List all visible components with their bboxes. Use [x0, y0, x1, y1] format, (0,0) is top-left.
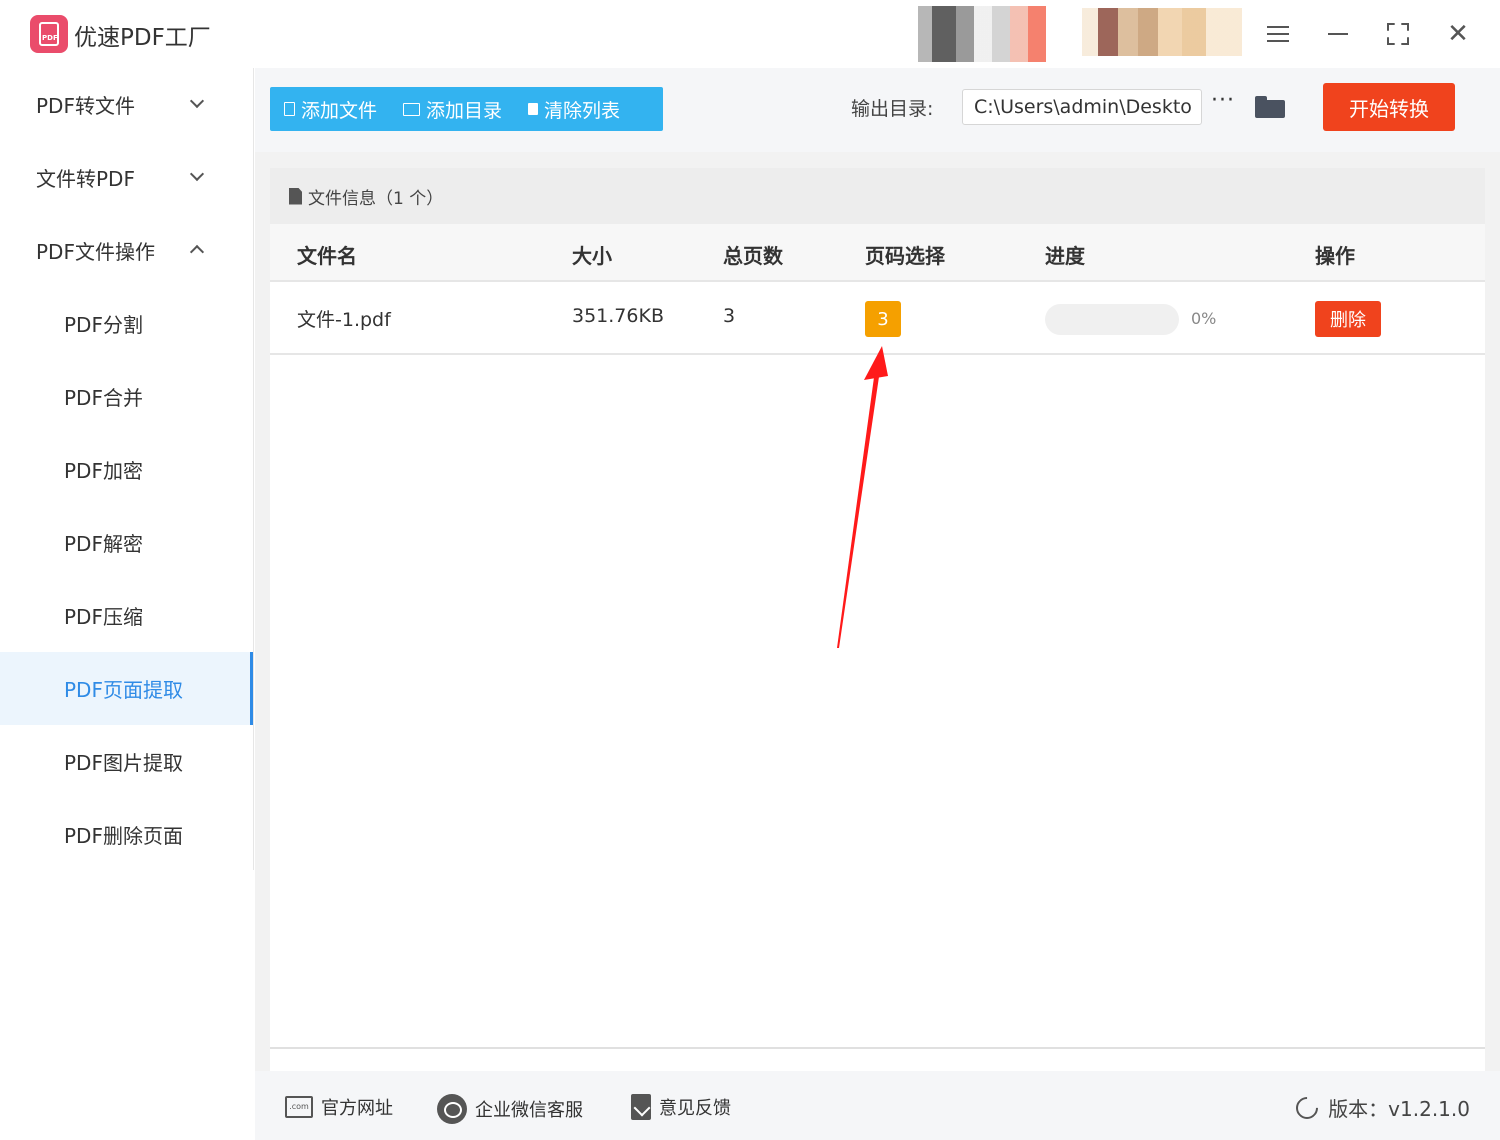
folder-icon	[403, 102, 421, 116]
minimize-icon[interactable]	[1318, 14, 1358, 54]
close-icon[interactable]: ✕	[1438, 14, 1478, 54]
version-label: 版本：v1.2.1.0	[1328, 1097, 1470, 1121]
sidebar-item-decrypt[interactable]: PDF解密	[0, 506, 253, 579]
column-header-size: 大小	[572, 244, 612, 268]
sidebar-group-label: 文件转PDF	[36, 167, 135, 191]
sidebar-item-label: PDF合并	[64, 386, 143, 410]
add-directory-button[interactable]: 添加目录	[389, 87, 514, 131]
sidebar-item-split[interactable]: PDF分割	[0, 287, 253, 360]
delete-button[interactable]: 删除	[1315, 301, 1381, 337]
add-file-button[interactable]: 添加文件	[270, 87, 389, 131]
progress-text: 0%	[1191, 309, 1217, 328]
sidebar-item-image-extract[interactable]: PDF图片提取	[0, 725, 253, 798]
clear-list-button[interactable]: 清除列表	[514, 87, 632, 131]
open-folder-icon[interactable]	[1255, 96, 1285, 118]
sidebar-item-page-extract[interactable]: PDF页面提取	[0, 652, 253, 725]
total-pages: 3	[723, 305, 736, 327]
footer-bar: .com 官方网址 企业微信客服 意见反馈 版本：v1.2.1.0	[255, 1071, 1500, 1140]
menu-icon[interactable]	[1258, 14, 1298, 54]
wechat-support-label: 企业微信客服	[475, 1100, 583, 1121]
feedback-link[interactable]: 意见反馈	[631, 1094, 731, 1120]
sidebar-group-pdf-operations[interactable]: PDF文件操作	[0, 214, 253, 287]
sidebar-group-pdf-to-file[interactable]: PDF转文件	[0, 68, 253, 141]
file-name: 文件-1.pdf	[297, 309, 391, 331]
file-info-title: 文件信息（1 个）	[308, 188, 444, 209]
file-info-header: 文件信息（1 个）	[270, 168, 1485, 224]
website-icon: .com	[285, 1096, 313, 1118]
app-logo-icon: PDF	[30, 15, 68, 53]
sidebar-item-label: PDF删除页面	[64, 824, 183, 848]
sidebar-item-label: PDF解密	[64, 532, 143, 556]
more-options-button[interactable]: ···	[1211, 88, 1235, 113]
progress-bar	[1045, 304, 1179, 335]
sidebar-item-label: PDF分割	[64, 313, 143, 337]
column-header-total-pages: 总页数	[723, 244, 783, 268]
add-directory-label: 添加目录	[426, 99, 503, 122]
app-title: 优速PDF工厂	[74, 25, 211, 51]
sidebar-item-compress[interactable]: PDF压缩	[0, 579, 253, 652]
sidebar-group-file-to-pdf[interactable]: 文件转PDF	[0, 141, 253, 214]
sidebar-item-merge[interactable]: PDF合并	[0, 360, 253, 433]
add-file-label: 添加文件	[301, 99, 378, 122]
refresh-icon	[1291, 1091, 1323, 1124]
column-header-filename: 文件名	[297, 244, 357, 268]
page-select-button[interactable]: 3	[865, 301, 901, 337]
blurred-user-info-2	[1082, 8, 1242, 56]
chevron-up-icon	[190, 242, 202, 254]
title-bar: PDF 优速PDF工厂 ✕	[0, 0, 1500, 68]
clear-list-label: 清除列表	[544, 99, 621, 122]
version-info[interactable]: 版本：v1.2.1.0	[1291, 1091, 1470, 1124]
start-convert-button[interactable]: 开始转换	[1323, 83, 1455, 131]
sidebar-item-encrypt[interactable]: PDF加密	[0, 433, 253, 506]
chevron-down-icon	[190, 169, 202, 181]
official-website-link[interactable]: .com 官方网址	[285, 1094, 393, 1120]
divider	[270, 1047, 1485, 1049]
sidebar-group-label: PDF转文件	[36, 94, 135, 118]
sidebar-item-delete-pages[interactable]: PDF删除页面	[0, 798, 253, 871]
wechat-support-link[interactable]: 企业微信客服	[437, 1094, 583, 1124]
column-header-page-select: 页码选择	[865, 244, 945, 268]
file-icon	[284, 102, 295, 116]
sidebar-group-label: PDF文件操作	[36, 240, 155, 264]
file-button-group: 添加文件 添加目录 清除列表	[270, 87, 663, 131]
blurred-user-info	[918, 6, 1046, 62]
output-directory-label: 输出目录:	[851, 98, 934, 120]
trash-icon	[528, 103, 539, 115]
official-website-label: 官方网址	[321, 1098, 393, 1119]
sidebar: PDF转文件 文件转PDF PDF文件操作 PDF分割 PDF合并 PDF加密 …	[0, 68, 254, 870]
sidebar-item-label: PDF页面提取	[64, 678, 183, 702]
feedback-label: 意见反馈	[659, 1098, 731, 1119]
maximize-icon[interactable]	[1378, 14, 1418, 54]
file-size: 351.76KB	[572, 305, 664, 327]
column-header-progress: 进度	[1045, 244, 1085, 268]
sidebar-item-label: PDF压缩	[64, 605, 143, 629]
column-header-action: 操作	[1315, 244, 1355, 268]
document-icon	[289, 187, 302, 205]
table-header: 文件名 大小 总页数 页码选择 进度 操作	[270, 224, 1485, 282]
chat-icon	[437, 1094, 467, 1124]
sidebar-footer-area	[0, 870, 255, 1140]
annotation-arrow-head	[864, 346, 888, 380]
feedback-icon	[631, 1094, 651, 1120]
toolbar: 添加文件 添加目录 清除列表 输出目录: C:\Users\admin\Desk…	[255, 68, 1500, 152]
chevron-down-icon	[190, 96, 202, 108]
sidebar-item-label: PDF加密	[64, 459, 143, 483]
output-directory-input[interactable]: C:\Users\admin\Deskto	[962, 89, 1202, 125]
sidebar-item-label: PDF图片提取	[64, 751, 183, 775]
annotation-arrow-shaft	[837, 370, 880, 648]
annotation-arrow	[837, 346, 888, 648]
